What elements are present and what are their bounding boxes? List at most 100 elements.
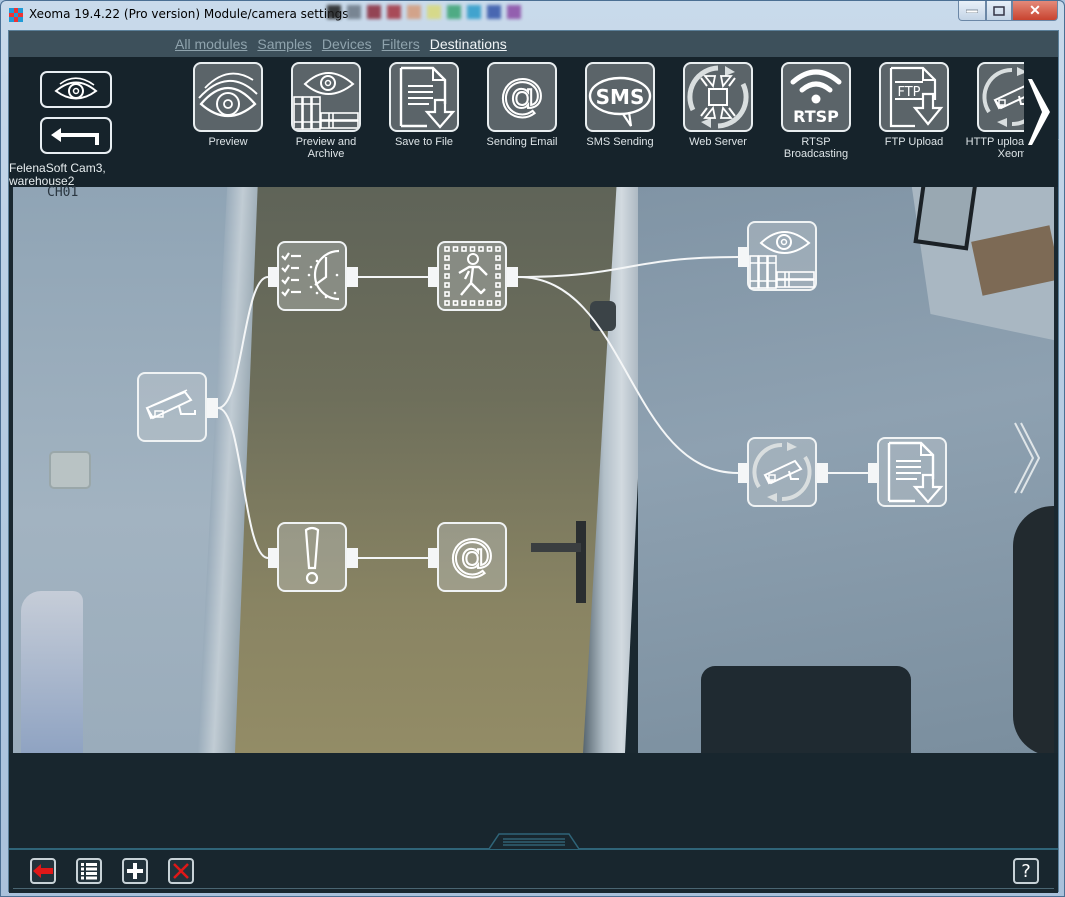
save-file-icon (389, 62, 459, 132)
eye-icon (193, 62, 263, 132)
module-category-nav: All modules Samples Devices Filters Destinat… (9, 31, 1058, 57)
back-arrow-icon (33, 864, 53, 878)
preview-toggle-button[interactable] (40, 71, 112, 108)
maximize-icon (993, 5, 1005, 16)
tab-destinations[interactable]: Destinations (430, 36, 507, 52)
tab-filters[interactable]: Filters (382, 36, 420, 52)
svg-text:RTSP: RTSP (793, 107, 839, 126)
module-sending-email[interactable]: @ Sending Email (473, 62, 571, 160)
module-label: FTP Upload (884, 136, 944, 148)
graph-node-motion-detector[interactable] (437, 241, 507, 311)
module-sms-sending[interactable]: SMS SMS Sending (571, 62, 669, 160)
input-port[interactable] (268, 548, 279, 568)
delete-x-icon (173, 863, 189, 879)
connection-wire (517, 256, 739, 278)
tab-all-modules[interactable]: All modules (175, 36, 247, 52)
graph-node-sending-email[interactable]: @ (437, 522, 507, 592)
bottom-divider (13, 888, 1054, 889)
http-upload-icon (749, 439, 815, 505)
module-label: Web Server (689, 136, 747, 148)
input-port[interactable] (428, 548, 439, 568)
module-save-to-file[interactable]: Save to File (375, 62, 473, 160)
input-port[interactable] (268, 267, 279, 287)
minimize-button[interactable] (958, 1, 986, 21)
graph-node-scheduler[interactable] (277, 241, 347, 311)
module-rtsp-broadcasting[interactable]: RTSP RTSP Broadcasting (767, 62, 865, 160)
chevron-right-icon (1028, 79, 1050, 145)
double-chevron-right-icon (1014, 422, 1041, 494)
output-port[interactable] (817, 463, 828, 483)
web-server-icon (683, 62, 753, 132)
input-port[interactable] (868, 463, 879, 483)
title-swatch (467, 5, 481, 19)
output-port[interactable] (507, 267, 518, 287)
module-list-button[interactable] (76, 858, 102, 884)
svg-text:FTP: FTP (897, 85, 920, 100)
input-port[interactable] (428, 267, 439, 287)
module-ftp-upload[interactable]: FTP FTP Upload (865, 62, 963, 160)
connection-wire (217, 276, 269, 409)
output-port[interactable] (207, 398, 218, 418)
module-preview[interactable]: Preview (179, 62, 277, 160)
camera-icon (139, 374, 205, 440)
close-button[interactable]: ✕ (1012, 1, 1058, 21)
eye-icon (54, 76, 98, 99)
help-button[interactable]: ? (1013, 858, 1039, 884)
module-label: Preview and Archive (295, 136, 357, 160)
title-swatch (407, 5, 421, 19)
main-client: All modules Samples Devices Filters Destinat… (8, 30, 1059, 893)
bottom-panel: ? (9, 753, 1058, 893)
output-port[interactable] (347, 267, 358, 287)
maximize-button[interactable] (986, 1, 1012, 21)
module-label: Save to File (394, 136, 454, 148)
connection-wire (517, 276, 739, 474)
title-swatch (507, 5, 521, 19)
delete-button[interactable] (168, 858, 194, 884)
at-icon: @ (439, 524, 505, 590)
back-button[interactable] (30, 858, 56, 884)
xeoma-logo-icon (9, 8, 23, 22)
graph-node-camera[interactable] (137, 372, 207, 442)
title-swatch (367, 5, 381, 19)
module-web-server[interactable]: Web Server (669, 62, 767, 160)
add-button[interactable] (122, 858, 148, 884)
graph-node-preview-archive[interactable] (747, 221, 817, 291)
title-bar: Xeoma 19.4.22 (Pro version) Module/camer… (1, 1, 1064, 29)
graph-scroll-right-button[interactable] (1013, 421, 1043, 500)
output-port[interactable] (347, 548, 358, 568)
input-port[interactable] (738, 247, 749, 267)
exclamation-icon (279, 524, 345, 590)
title-background-swatches (327, 5, 521, 23)
tab-samples[interactable]: Samples (257, 36, 311, 52)
app-window: Xeoma 19.4.22 (Pro version) Module/camer… (0, 0, 1065, 897)
plus-icon (127, 863, 143, 879)
input-port[interactable] (738, 463, 749, 483)
title-swatch (347, 5, 361, 19)
module-label: RTSP Broadcasting (783, 136, 849, 160)
window-title: Xeoma 19.4.22 (Pro version) Module/camer… (29, 7, 349, 21)
title-swatch (447, 5, 461, 19)
graph-node-http-upload[interactable] (747, 437, 817, 507)
ftp-icon: FTP (879, 62, 949, 132)
minimize-icon (966, 9, 978, 13)
graph-node-save-to-file[interactable] (877, 437, 947, 507)
channel-overlay: CH01 (47, 185, 79, 200)
title-swatch (487, 5, 501, 19)
modules-scroll-right-button[interactable] (1024, 57, 1058, 167)
connection-wire (217, 407, 269, 559)
module-label: Preview (208, 136, 248, 148)
title-swatch (327, 5, 341, 19)
help-icon: ? (1021, 860, 1031, 882)
rtsp-icon: RTSP (781, 62, 851, 132)
title-swatch (387, 5, 401, 19)
back-to-cameras-button[interactable] (40, 117, 112, 154)
svg-text:@: @ (450, 530, 494, 581)
eye-archive-icon (749, 223, 815, 289)
svg-text:@: @ (500, 70, 544, 121)
camera-preview: CH01 @ (13, 161, 1054, 753)
tab-devices[interactable]: Devices (322, 36, 372, 52)
return-arrow-icon (51, 127, 99, 145)
graph-node-problems-detector[interactable] (277, 522, 347, 592)
scheduler-icon (279, 243, 345, 309)
module-preview-and-archive[interactable]: Preview and Archive (277, 62, 375, 160)
